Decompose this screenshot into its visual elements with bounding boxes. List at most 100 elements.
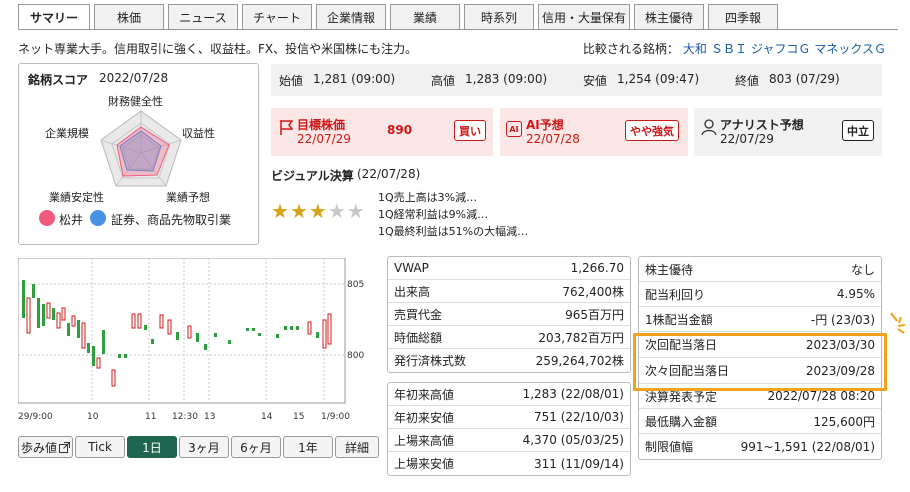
table-row: 上場来安値 311 (11/09/14) (388, 452, 630, 475)
tick-history-button[interactable]: 歩み値 (18, 436, 73, 458)
tab-margin-holdings[interactable]: 信用・大量保有 (538, 4, 630, 30)
axis-earnings-stability: 業績安定性 (49, 191, 104, 204)
axis-financial-health: 財務健全性 (108, 95, 163, 108)
tab-chart[interactable]: チャート (242, 4, 312, 30)
star-empty-icon: ★ (346, 199, 365, 223)
summary-line-ordinary-profit: 1Q経常利益は9%減… (378, 208, 489, 221)
row-label: 1株配当金額 (645, 312, 713, 327)
legend-dot-matsui (39, 210, 55, 226)
range-1year-button[interactable]: 1年 (283, 436, 333, 458)
table-row: 売買代金 965百万円 (388, 303, 630, 326)
star-filled-icon: ★ (271, 199, 289, 223)
candle-bar (87, 343, 90, 353)
axis-company-size: 企業規模 (45, 127, 89, 140)
x-label-next-open: 1/9:00 (321, 412, 350, 422)
row-label: 時価総額 (394, 330, 443, 345)
range-6month-button[interactable]: 6ヶ月 (231, 436, 281, 458)
table-row: VWAP 1,266.70 (388, 257, 630, 280)
candle-bar (228, 340, 231, 344)
row-label: 上場来安値 (394, 457, 455, 471)
close-label: 終値 (735, 73, 760, 88)
ai-forecast-title: AI予想 (526, 118, 564, 132)
trading-stats-table: VWAP 1,266.70 出来高 762,400株 売買代金 965百万円 時価総額… (387, 256, 631, 373)
candle-bar (37, 298, 40, 328)
table-row: 株主優待 なし (639, 257, 881, 282)
target-price-date: 22/07/29 (297, 132, 351, 146)
company-description: ネット専業大手。信用取引に強く、収益柱。FX、投信や米国株にも注力。 (18, 42, 418, 56)
row-value: なし (850, 262, 875, 277)
candle-bar (307, 321, 312, 335)
row-value: 762,400株 (562, 284, 624, 299)
compare-link-jafco[interactable]: ジャフコＧ (751, 42, 810, 56)
compared-stocks-label: 比較される銘柄： (582, 42, 679, 56)
compared-stocks: 比較される銘柄： 大和 ＳＢＩ ジャフコＧ マネックスＧ (583, 40, 886, 57)
table-row: 上場来高値 4,370 (05/03/25) (388, 429, 630, 452)
low-value: 1,254 (09:47) (617, 71, 700, 86)
candle-bar (42, 304, 45, 326)
axis-profitability: 収益性 (182, 127, 215, 140)
visual-earnings-title: ビジュアル決算 (271, 169, 354, 183)
table-row: 年初来安値 751 (22/10/03) (388, 406, 630, 429)
tab-shareholder-benefits[interactable]: 株主優待 (634, 4, 704, 30)
x-label-1230: 12:30 (172, 412, 198, 422)
high-value: 1,283 (09:00) (465, 71, 548, 86)
compare-link-sbi[interactable]: ＳＢＩ (711, 42, 747, 56)
row-value: 4,370 (05/03/25) (522, 433, 624, 447)
range-1day-button[interactable]: 1日 (127, 436, 177, 458)
row-value: 259,264,702株 (535, 354, 624, 368)
candle-bar (296, 326, 299, 330)
candle-bar (32, 284, 35, 298)
compare-link-monex[interactable]: マネックスＧ (814, 42, 886, 56)
row-label: 年初来安値 (394, 410, 455, 425)
row-label: 年初来高値 (394, 387, 455, 402)
tab-time-series[interactable]: 時系列 (464, 4, 534, 30)
candle-bar (214, 333, 217, 337)
high-price: 高値 1,283 (09:00) (423, 72, 575, 89)
chart-detail-button[interactable]: 詳細 (335, 436, 379, 458)
candle-bar (71, 315, 76, 327)
tab-divider (18, 29, 898, 30)
ai-forecast-rating: やや強気 (625, 120, 679, 141)
candle-bar (187, 325, 192, 339)
x-label-15: 15 (293, 412, 304, 422)
ai-forecast-card[interactable]: AI AI予想 22/07/28 やや強気 (500, 108, 688, 156)
compare-link-daiwa[interactable]: 大和 (683, 42, 707, 56)
row-label: 出来高 (394, 284, 431, 299)
tab-company-info[interactable]: 企業情報 (316, 4, 386, 30)
legend-label-matsui: 松井 (59, 213, 84, 227)
x-label-11: 11 (145, 412, 156, 422)
tab-news[interactable]: ニュース (168, 4, 238, 30)
row-value: 311 (11/09/14) (534, 456, 624, 471)
candle-bar (284, 326, 287, 330)
legend-dot-sector (90, 210, 106, 226)
open-price: 始値 1,281 (09:00) (271, 72, 423, 89)
range-3month-button[interactable]: 3ヶ月 (179, 436, 229, 458)
candle-bar (327, 313, 332, 345)
x-label-14: 14 (261, 412, 273, 422)
tab-quarterly-report[interactable]: 四季報 (708, 4, 778, 30)
table-row: 1株配当金額 -円 (23/03) (639, 307, 881, 332)
intraday-chart[interactable]: 805 800 29/9:00 10 11 12:30 13 14 15 1/9… (17, 257, 373, 428)
candle-bar (176, 332, 179, 340)
star-filled-icon: ★ (289, 199, 308, 223)
flag-icon (280, 120, 293, 135)
target-price-card[interactable]: 目標株価 22/07/29 890 買い (271, 108, 493, 156)
table-row: 制限値幅 991~1,591 (22/08/01) (639, 434, 881, 459)
visual-earnings-summary[interactable]: 1Q売上高は3%減… 1Q経常利益は9%減… 1Q最終利益は51%の大幅減… (378, 189, 528, 240)
tab-stock-price[interactable]: 株価 (94, 4, 164, 30)
y-label-805: 805 (347, 280, 364, 290)
row-value: 751 (22/10/03) (534, 410, 624, 424)
range-tick-button[interactable]: Tick (75, 436, 125, 458)
summary-line-net-profit: 1Q最終利益は51%の大幅減… (378, 225, 529, 238)
open-value: 1,281 (09:00) (313, 71, 396, 86)
chart-range-buttons: 歩み値 Tick 1日 3ヶ月 6ヶ月 1年 詳細 (18, 436, 381, 458)
tab-summary[interactable]: サマリー (18, 4, 90, 30)
candle-bar (246, 328, 249, 331)
target-price-rating: 買い (454, 120, 486, 141)
tab-performance[interactable]: 業績 (390, 4, 460, 30)
x-label-13: 13 (204, 412, 215, 422)
analyst-forecast-card[interactable]: アナリスト予想 22/07/29 中立 (694, 108, 882, 156)
candle-bar (159, 314, 164, 329)
close-price: 終値 803 (07/29) (727, 72, 879, 89)
summary-line-sales: 1Q売上高は3%減… (378, 191, 478, 204)
